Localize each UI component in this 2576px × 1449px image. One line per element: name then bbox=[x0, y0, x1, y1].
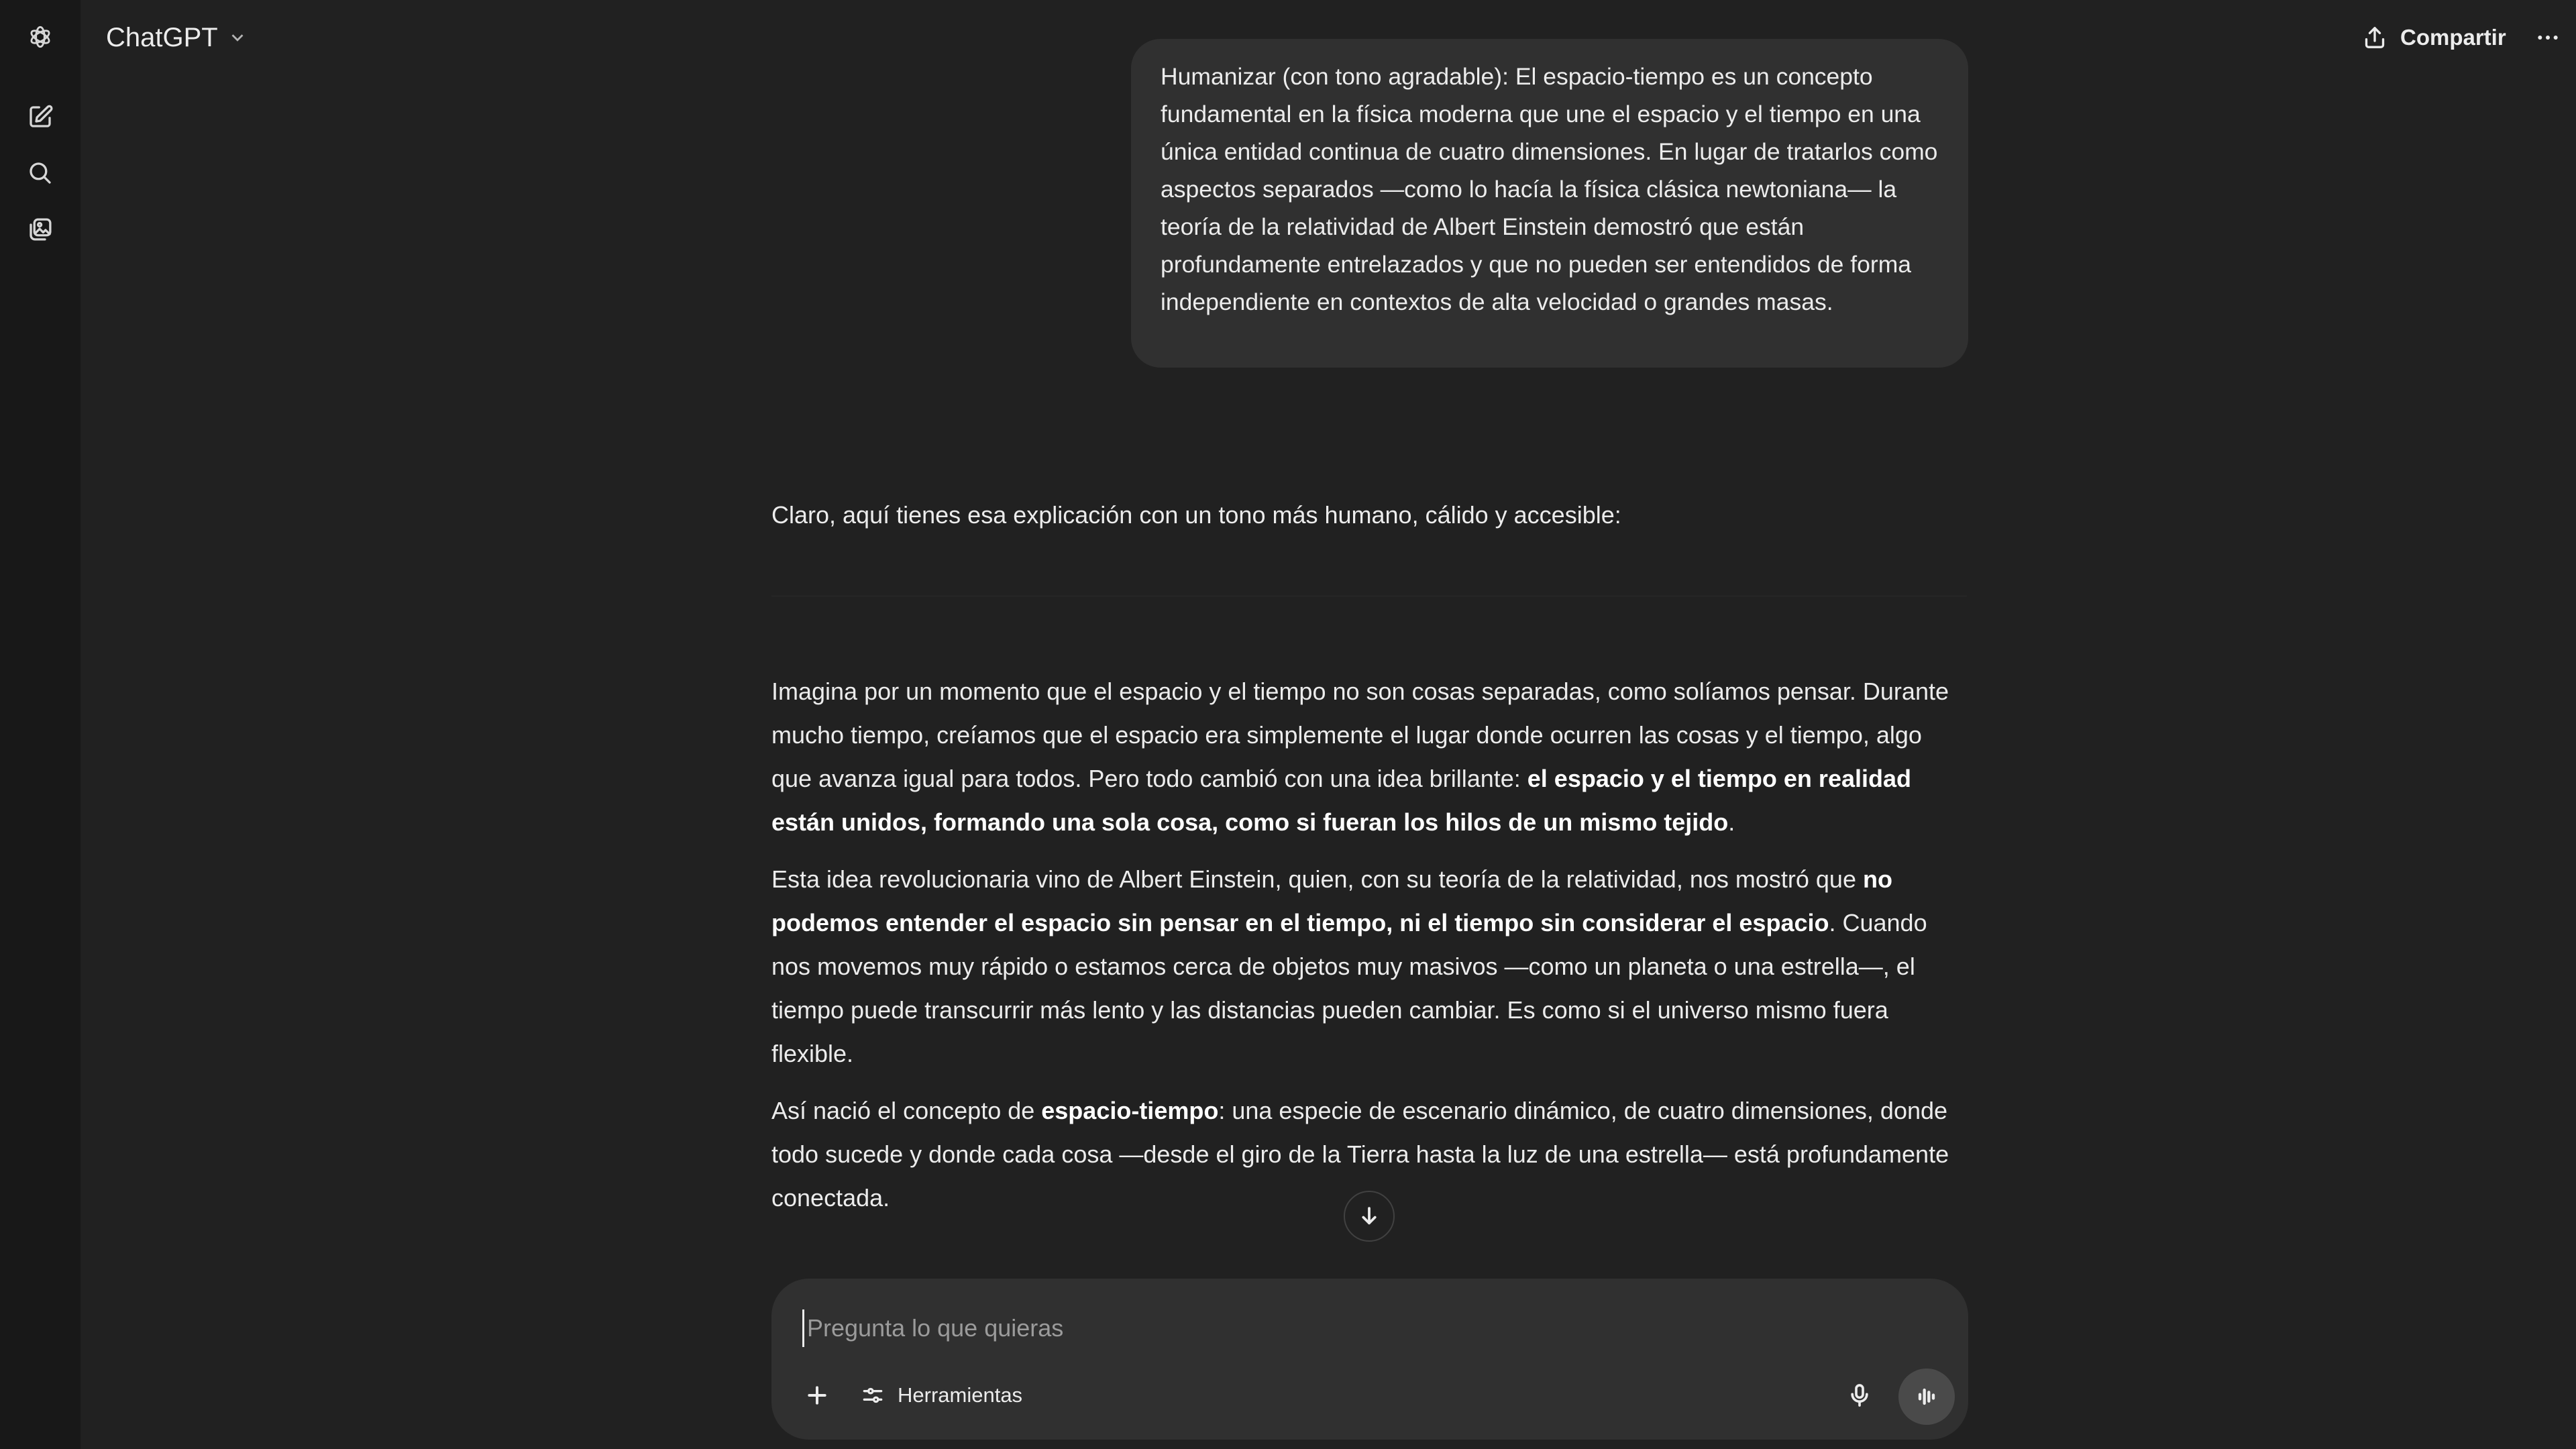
plus-icon bbox=[808, 1386, 826, 1405]
composer: Pregunta lo que quieras Herramientas bbox=[771, 1279, 1968, 1440]
image-library-icon bbox=[30, 218, 52, 241]
search-icon bbox=[30, 162, 51, 184]
more-options-button[interactable] bbox=[2528, 17, 2568, 58]
model-selector[interactable]: ChatGPT bbox=[106, 19, 248, 56]
new-chat-button[interactable] bbox=[20, 97, 60, 137]
chevron-down-icon bbox=[231, 34, 244, 42]
share-label: Compartir bbox=[2400, 25, 2506, 50]
openai-logo-icon[interactable] bbox=[20, 17, 60, 57]
tools-button[interactable]: Herramientas bbox=[852, 1374, 1030, 1417]
user-message-text: Humanizar (con tono agradable): El espac… bbox=[1161, 63, 1938, 315]
more-dots-icon bbox=[2538, 36, 2558, 40]
dictate-button[interactable] bbox=[1838, 1374, 1881, 1417]
add-attachment-button[interactable] bbox=[796, 1374, 839, 1417]
prompt-placeholder: Pregunta lo que quieras bbox=[807, 1314, 1064, 1342]
scroll-to-bottom-button[interactable] bbox=[1344, 1191, 1395, 1242]
library-button[interactable] bbox=[20, 209, 60, 250]
upload-share-icon bbox=[2365, 27, 2385, 48]
share-button[interactable]: Compartir bbox=[2355, 17, 2513, 58]
paragraph-text: . bbox=[1728, 808, 1735, 836]
search-chats-button[interactable] bbox=[20, 153, 60, 193]
assistant-intro: Claro, aquí tienes esa explicación con u… bbox=[771, 501, 1621, 529]
voice-mode-button[interactable] bbox=[1898, 1368, 1955, 1425]
sidebar bbox=[0, 0, 80, 1449]
user-message: Humanizar (con tono agradable): El espac… bbox=[1131, 39, 1968, 368]
voice-mode-icon bbox=[1918, 1388, 1935, 1405]
paragraph-2: Esta idea revolucionaria vino de Albert … bbox=[771, 857, 1967, 1075]
paragraph-text: Así nació el concepto de bbox=[771, 1097, 1042, 1124]
microphone-icon bbox=[1851, 1384, 1868, 1407]
prompt-input[interactable]: Pregunta lo que quieras bbox=[802, 1309, 1909, 1347]
assistant-body: Imagina por un momento que el espacio y … bbox=[771, 669, 1967, 1233]
app-title: ChatGPT bbox=[106, 22, 218, 52]
bold-text: espacio-tiempo bbox=[1041, 1097, 1219, 1124]
arrow-down-icon bbox=[1362, 1207, 1377, 1225]
edit-pencil-icon bbox=[30, 105, 53, 127]
paragraph-1: Imagina por un momento que el espacio y … bbox=[771, 669, 1967, 844]
tools-label: Herramientas bbox=[898, 1383, 1023, 1407]
sliders-icon bbox=[863, 1387, 883, 1403]
paragraph-text: Esta idea revolucionaria vino de Albert … bbox=[771, 865, 1863, 893]
assistant-message: Claro, aquí tienes esa explicación con u… bbox=[771, 496, 1972, 1212]
